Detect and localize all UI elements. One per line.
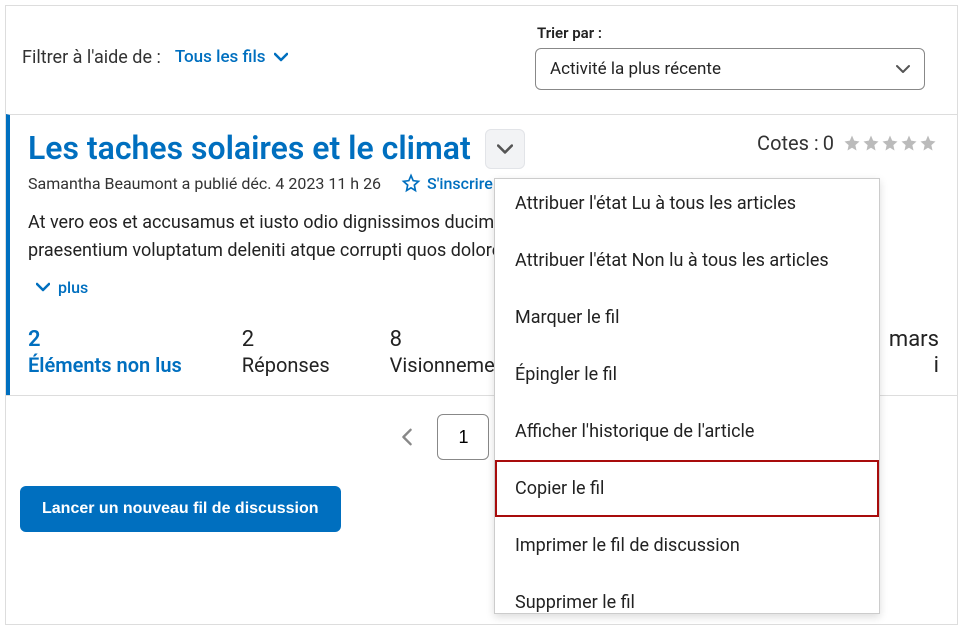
thread-actions-button[interactable] xyxy=(485,129,525,169)
show-more-link[interactable]: plus xyxy=(36,278,88,297)
thread-date-right-line2: i xyxy=(889,353,939,379)
show-more-label: plus xyxy=(58,278,88,297)
menu-item[interactable]: Épingler le fil xyxy=(495,346,879,403)
chevron-left-icon xyxy=(401,428,413,446)
filter-label: Filtrer à l'aide de : xyxy=(22,47,161,68)
chevron-down-icon xyxy=(896,59,910,79)
thread-meta: Samantha Beaumont a publié déc. 4 2023 1… xyxy=(28,174,381,193)
thread-title-link[interactable]: Les taches solaires et le climat xyxy=(28,129,471,167)
thread-date-right-line1: mars xyxy=(889,327,939,353)
stat-replies: 2 Réponses xyxy=(242,327,330,380)
chevron-down-icon xyxy=(274,52,288,62)
subscribe-link[interactable]: S'inscrire xyxy=(401,173,493,193)
menu-item[interactable]: Supprimer le fil xyxy=(495,574,879,613)
stat-replies-label: Réponses xyxy=(242,353,330,377)
sort-value-text: Activité la plus récente xyxy=(550,59,721,79)
filter-select[interactable]: Tous les fils xyxy=(175,47,288,67)
sort-label: Trier par : xyxy=(537,24,925,42)
rating-label: Cotes : xyxy=(757,131,819,155)
new-thread-button[interactable]: Lancer un nouveau fil de discussion xyxy=(20,486,341,532)
rating-stars[interactable] xyxy=(842,134,937,152)
stat-unread-label: Éléments non lus xyxy=(28,353,182,377)
sort-select[interactable]: Activité la plus récente xyxy=(535,48,925,90)
stat-replies-count: 2 xyxy=(242,327,330,353)
filter-value-text: Tous les fils xyxy=(175,47,266,67)
rating-display: Cotes : 0 xyxy=(757,131,937,155)
chevron-down-icon xyxy=(497,143,513,155)
page-number-input[interactable] xyxy=(437,414,489,460)
rating-value: 0 xyxy=(823,131,834,155)
stat-unread[interactable]: 2 Éléments non lus xyxy=(28,327,182,380)
chevron-down-icon xyxy=(36,282,50,292)
stat-unread-count: 2 xyxy=(28,327,182,353)
subscribe-label: S'inscrire xyxy=(427,174,493,193)
menu-item[interactable]: Imprimer le fil de discussion xyxy=(495,517,879,574)
thread-context-menu: Attribuer l'état Lu à tous les articlesA… xyxy=(494,178,880,614)
star-outline-icon xyxy=(401,173,421,193)
menu-item[interactable]: Copier le fil xyxy=(495,460,879,517)
menu-item[interactable]: Attribuer l'état Lu à tous les articles xyxy=(495,179,879,232)
menu-item[interactable]: Attribuer l'état Non lu à tous les artic… xyxy=(495,232,879,289)
menu-item[interactable]: Marquer le fil xyxy=(495,289,879,346)
page-prev-button[interactable] xyxy=(391,421,423,453)
menu-item[interactable]: Afficher l'historique de l'article xyxy=(495,403,879,460)
thread-date-right: mars i xyxy=(889,327,939,380)
